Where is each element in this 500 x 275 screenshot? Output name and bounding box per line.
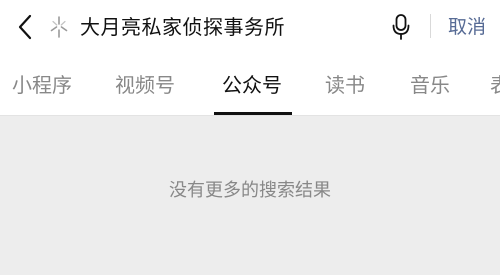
tab-mini-programs[interactable]: 小程序 xyxy=(12,70,72,100)
tab-official-accounts[interactable]: 公众号 xyxy=(222,70,282,100)
sparkle-icon[interactable] xyxy=(46,14,72,40)
search-bar: 大月亮私家侦探事务所 取消 xyxy=(0,0,500,54)
tab-channels[interactable]: 视频号 xyxy=(115,70,175,100)
search-results-page: 大月亮私家侦探事务所 取消 小程序 视频号 公众号 读书 音乐 表 没有更多的搜… xyxy=(0,0,500,275)
search-category-tabs: 小程序 视频号 公众号 读书 音乐 表 xyxy=(0,54,500,116)
tab-partial[interactable]: 表 xyxy=(490,70,500,100)
search-divider xyxy=(430,14,431,38)
back-button[interactable] xyxy=(12,10,38,44)
search-input[interactable]: 大月亮私家侦探事务所 xyxy=(80,12,285,42)
microphone-icon xyxy=(392,14,410,40)
empty-results-message: 没有更多的搜索结果 xyxy=(169,180,331,201)
cancel-button[interactable]: 取消 xyxy=(448,12,486,42)
tab-reading[interactable]: 读书 xyxy=(325,70,365,100)
chevron-left-icon xyxy=(18,14,32,40)
active-tab-indicator xyxy=(214,112,292,115)
voice-search-button[interactable] xyxy=(387,11,415,43)
tab-music[interactable]: 音乐 xyxy=(410,70,450,100)
